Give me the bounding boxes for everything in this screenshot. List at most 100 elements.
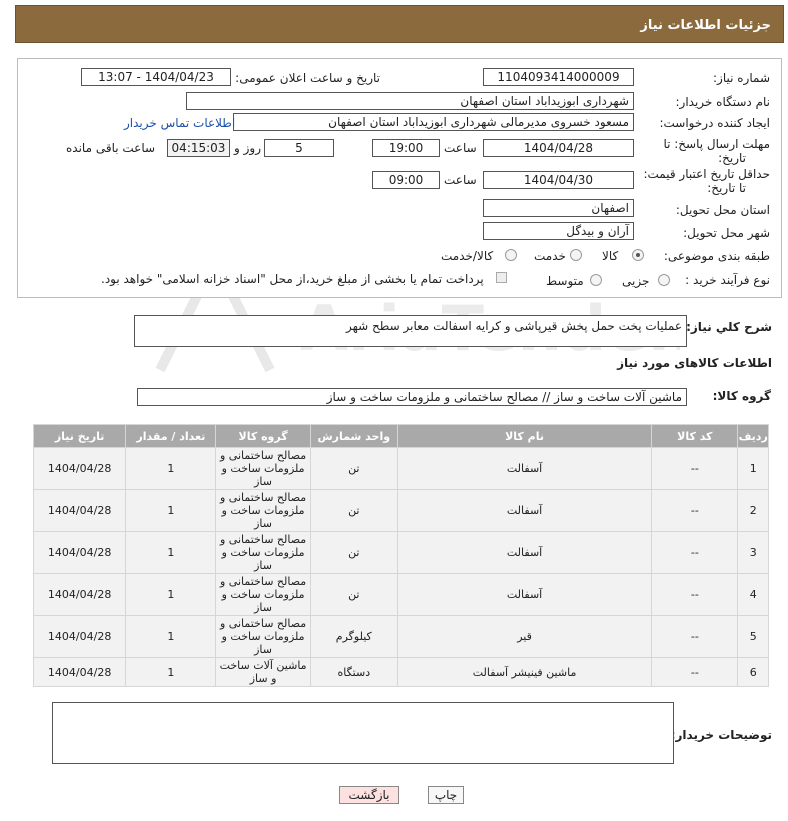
goods-group-label: گروه کالا: [712, 389, 771, 403]
category-label: طبقه بندی موضوعی: [663, 249, 770, 263]
validity-time-field[interactable]: 09:00 [372, 171, 440, 189]
cell-item-code: -- [652, 658, 738, 686]
buyer-notes-label: توضیحات خریدار: [670, 728, 772, 742]
cell-item-name: آسفالت [397, 490, 652, 531]
cell-item-code: -- [652, 574, 738, 615]
goods-group-field[interactable]: ماشین آلات ساخت و ساز // مصالح ساختمانی … [137, 388, 687, 406]
cell-quantity: 1 [126, 448, 216, 489]
city-label: شهر محل تحویل: [683, 226, 770, 240]
process-option-minor: جزیی [622, 274, 650, 288]
cell-quantity: 1 [126, 574, 216, 615]
goods-section-title: اطلاعات کالاهای مورد نیاز [617, 356, 772, 370]
table-row: 1 -- آسفالت تن مصالح ساختمانی و ملزومات … [34, 448, 768, 489]
category-option-goods: کالا [602, 249, 619, 263]
need-number-field[interactable]: 1104093414000009 [483, 68, 634, 86]
announce-label: تاریخ و ساعت اعلان عمومی: [235, 71, 380, 85]
validity-label-2: تا تاریخ: [707, 181, 746, 195]
cell-need-date: 1404/04/28 [34, 658, 126, 686]
deadline-date-field[interactable]: 1404/04/28 [483, 139, 634, 157]
remaining-time-field[interactable]: 04:15:03 [167, 139, 230, 157]
days-field[interactable]: 5 [264, 139, 334, 157]
deadline-time-label: ساعت [444, 141, 477, 155]
description-label: شرح کلي نياز: [686, 320, 772, 334]
table-row: 4 -- آسفالت تن مصالح ساختمانی و ملزومات … [34, 574, 768, 615]
table-row: 6 -- ماشین فینیشر آسفالت دستگاه ماشین آل… [34, 658, 768, 686]
category-option-service: خدمت [534, 249, 566, 263]
cell-item-code: -- [652, 532, 738, 573]
cell-unit: تن [310, 532, 397, 573]
province-field[interactable]: اصفهان [483, 199, 634, 217]
creator-label: ایجاد کننده درخواست: [659, 116, 770, 130]
cell-quantity: 1 [126, 490, 216, 531]
cell-need-date: 1404/04/28 [34, 532, 126, 573]
cell-item-name: آسفالت [397, 448, 652, 489]
cell-need-date: 1404/04/28 [34, 574, 126, 615]
cell-unit: تن [310, 490, 397, 531]
cell-item-name: قیر [397, 616, 652, 657]
treasury-payment-note: پرداخت تمام یا بخشی از مبلغ خرید،از محل … [101, 272, 484, 286]
cell-unit: کیلوگرم [310, 616, 397, 657]
buyer-notes-textarea[interactable] [52, 702, 674, 764]
cell-quantity: 1 [126, 658, 216, 686]
cell-row-number: 2 [738, 490, 768, 531]
validity-time-label: ساعت [444, 173, 477, 187]
deadline-label: مهلت ارسال پاسخ: تا [663, 137, 770, 151]
cell-item-name: آسفالت [397, 532, 652, 573]
header-item-code: کد کالا [652, 425, 738, 447]
table-header-row: ردیف کد کالا نام کالا واحد شمارش گروه کا… [34, 425, 768, 447]
cell-item-group: ماشین آلات ساخت و ساز [216, 658, 310, 686]
table-row: 2 -- آسفالت تن مصالح ساختمانی و ملزومات … [34, 490, 768, 531]
city-field[interactable]: آران و بیدگل [483, 222, 634, 240]
category-radio-goods[interactable] [632, 249, 644, 261]
cell-item-code: -- [652, 616, 738, 657]
page-header: جزئیات اطلاعات نیاز [15, 5, 784, 43]
buyer-org-label: نام دستگاه خریدار: [675, 95, 771, 109]
announce-field[interactable]: 1404/04/23 - 13:07 [81, 68, 231, 86]
cell-row-number: 1 [738, 448, 768, 489]
cell-row-number: 6 [738, 658, 768, 686]
header-item-name: نام کالا [397, 425, 652, 447]
table-row: 3 -- آسفالت تن مصالح ساختمانی و ملزومات … [34, 532, 768, 573]
cell-need-date: 1404/04/28 [34, 448, 126, 489]
cell-unit: دستگاه [310, 658, 397, 686]
back-button[interactable]: بازگشت [339, 786, 399, 804]
header-quantity: تعداد / مقدار [126, 425, 216, 447]
cell-need-date: 1404/04/28 [34, 616, 126, 657]
cell-row-number: 5 [738, 616, 768, 657]
cell-item-name: آسفالت [397, 574, 652, 615]
validity-label: حداقل تاریخ اعتبار قیمت: [643, 167, 770, 181]
process-radio-medium[interactable] [590, 274, 602, 286]
cell-need-date: 1404/04/28 [34, 490, 126, 531]
cell-quantity: 1 [126, 616, 216, 657]
creator-field[interactable]: مسعود خسروی مدیرمالی شهرداری ابوزیداباد … [233, 113, 634, 131]
header-unit: واحد شمارش [310, 425, 397, 447]
cell-item-code: -- [652, 448, 738, 489]
process-radio-minor[interactable] [658, 274, 670, 286]
cell-row-number: 4 [738, 574, 768, 615]
days-label: روز و [234, 141, 261, 155]
description-textarea[interactable]: عملیات پخت حمل پخش قیرپاشی و کرایه اسفال… [134, 315, 687, 347]
items-table: ردیف کد کالا نام کالا واحد شمارش گروه کا… [33, 424, 769, 687]
cell-unit: تن [310, 574, 397, 615]
buyer-org-field[interactable]: شهرداری ابوزیداباد استان اصفهان [186, 92, 634, 110]
page-title: جزئیات اطلاعات نیاز [640, 18, 771, 33]
header-need-date: تاریخ نیاز [34, 425, 126, 447]
cell-item-name: ماشین فینیشر آسفالت [397, 658, 652, 686]
treasury-payment-checkbox[interactable] [496, 272, 507, 283]
category-radio-service[interactable] [570, 249, 582, 261]
contact-buyer-link[interactable]: اطلاعات تماس خریدار [124, 116, 235, 130]
category-radio-goods-service[interactable] [505, 249, 517, 261]
cell-item-code: -- [652, 490, 738, 531]
need-number-label: شماره نیاز: [713, 71, 770, 85]
validity-date-field[interactable]: 1404/04/30 [483, 171, 634, 189]
category-option-goods-service: کالا/خدمت [441, 249, 494, 263]
cell-item-group: مصالح ساختمانی و ملزومات ساخت و ساز [216, 616, 310, 657]
deadline-time-field[interactable]: 19:00 [372, 139, 440, 157]
deadline-label-2: تاریخ: [718, 151, 746, 165]
cell-item-group: مصالح ساختمانی و ملزومات ساخت و ساز [216, 448, 310, 489]
header-item-group: گروه کالا [216, 425, 310, 447]
table-row: 5 -- قیر کیلوگرم مصالح ساختمانی و ملزوما… [34, 616, 768, 657]
province-label: استان محل تحویل: [675, 203, 770, 217]
cell-item-group: مصالح ساختمانی و ملزومات ساخت و ساز [216, 490, 310, 531]
print-button[interactable]: چاپ [428, 786, 464, 804]
